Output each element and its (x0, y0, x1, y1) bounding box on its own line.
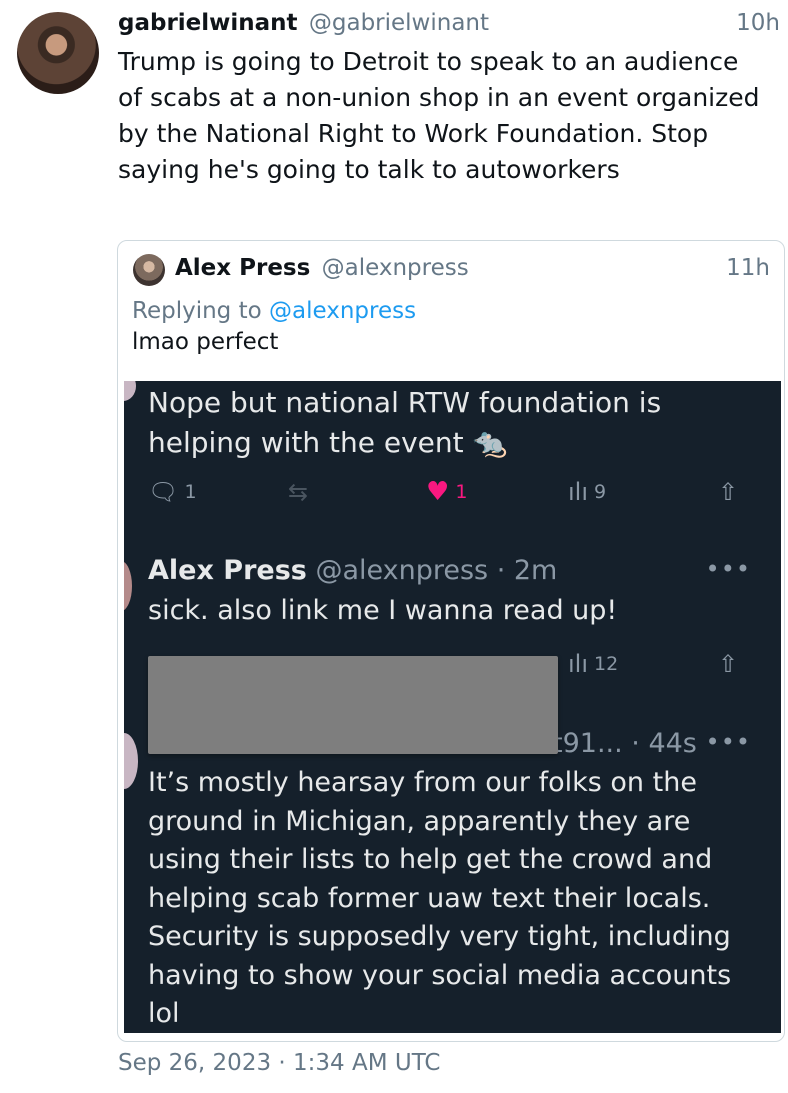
author-display-name[interactable]: gabrielwinant (118, 10, 298, 36)
tweet-text: Trump is going to Detroit to speak to an… (118, 47, 760, 184)
like-action[interactable]: ♥ 1 (426, 479, 467, 505)
screenshot-reply-text: sick. also link me I wanna read up! (148, 595, 618, 626)
screenshot-third-text: It’s mostly hearsay from our folks on th… (148, 767, 732, 1029)
quote-time[interactable]: 11h (726, 253, 770, 283)
more-icon[interactable]: ••• (706, 728, 751, 756)
avatar-fragment (124, 733, 138, 789)
share-action[interactable]: ⇧ (718, 479, 738, 505)
share-icon: ⇧ (718, 478, 739, 506)
screenshot-actions-1: 🗨 1 ⇆ ♥ 1 ılı 9 ⇧ (148, 479, 758, 509)
screenshot-third-meta: t91... · 44s (552, 728, 697, 759)
views-icon: ılı (568, 478, 589, 506)
quote-author[interactable]: Alex Press @alexnpress (175, 253, 469, 283)
tweet-date[interactable]: Sep 26, 2023 · 1:34 AM UTC (118, 1048, 440, 1078)
quote-display-name[interactable]: Alex Press (175, 255, 310, 281)
quoted-tweet[interactable]: Alex Press @alexnpress 11h Replying to @… (117, 240, 785, 1042)
redaction-box (148, 656, 558, 754)
quote-author-avatar[interactable] (133, 254, 165, 286)
replying-handle-link[interactable]: @alexnpress (269, 298, 416, 324)
author-avatar[interactable] (17, 12, 99, 94)
quote-text: lmao perfect (132, 329, 279, 355)
avatar-fragment (124, 561, 132, 611)
views-action[interactable]: ılı 9 (568, 479, 606, 505)
reply-time: · 2m (496, 555, 558, 586)
retweet-icon: ⇆ (288, 478, 309, 506)
avatar-fragment (124, 381, 136, 401)
tweet-author[interactable]: gabrielwinant @gabrielwinant (118, 8, 489, 38)
share-action[interactable]: ⇧ (718, 651, 738, 677)
heart-icon: ♥ (426, 477, 450, 507)
reply-handle[interactable]: @alexnpress (315, 555, 488, 586)
views-count: 12 (594, 653, 619, 675)
reply-icon: 🗨 (148, 478, 179, 506)
reply-count: 1 (184, 481, 197, 503)
more-icon[interactable]: ••• (706, 555, 751, 583)
quote-handle[interactable]: @alexnpress (322, 255, 469, 281)
views-count: 9 (594, 481, 607, 503)
reply-action[interactable]: 🗨 1 (148, 479, 197, 505)
like-count: 1 (455, 481, 468, 503)
replying-to: Replying to @alexnpress (132, 296, 416, 326)
replying-prefix: Replying to (132, 298, 262, 324)
views-icon: ılı (568, 650, 589, 678)
views-action[interactable]: ılı 12 (568, 651, 618, 677)
retweet-action[interactable]: ⇆ (288, 479, 308, 505)
share-icon: ⇧ (718, 650, 739, 678)
reply-display-name[interactable]: Alex Press (148, 555, 307, 586)
tweet-time[interactable]: 10h (736, 8, 780, 38)
screenshot-reply-author[interactable]: Alex Press @alexnpress · 2m (148, 551, 557, 591)
embedded-screenshot[interactable]: Nope but national RTW foundation is help… (124, 381, 781, 1033)
author-handle[interactable]: @gabrielwinant (309, 10, 489, 36)
screenshot-tweet-text: Nope but national RTW foundation is help… (148, 386, 662, 459)
